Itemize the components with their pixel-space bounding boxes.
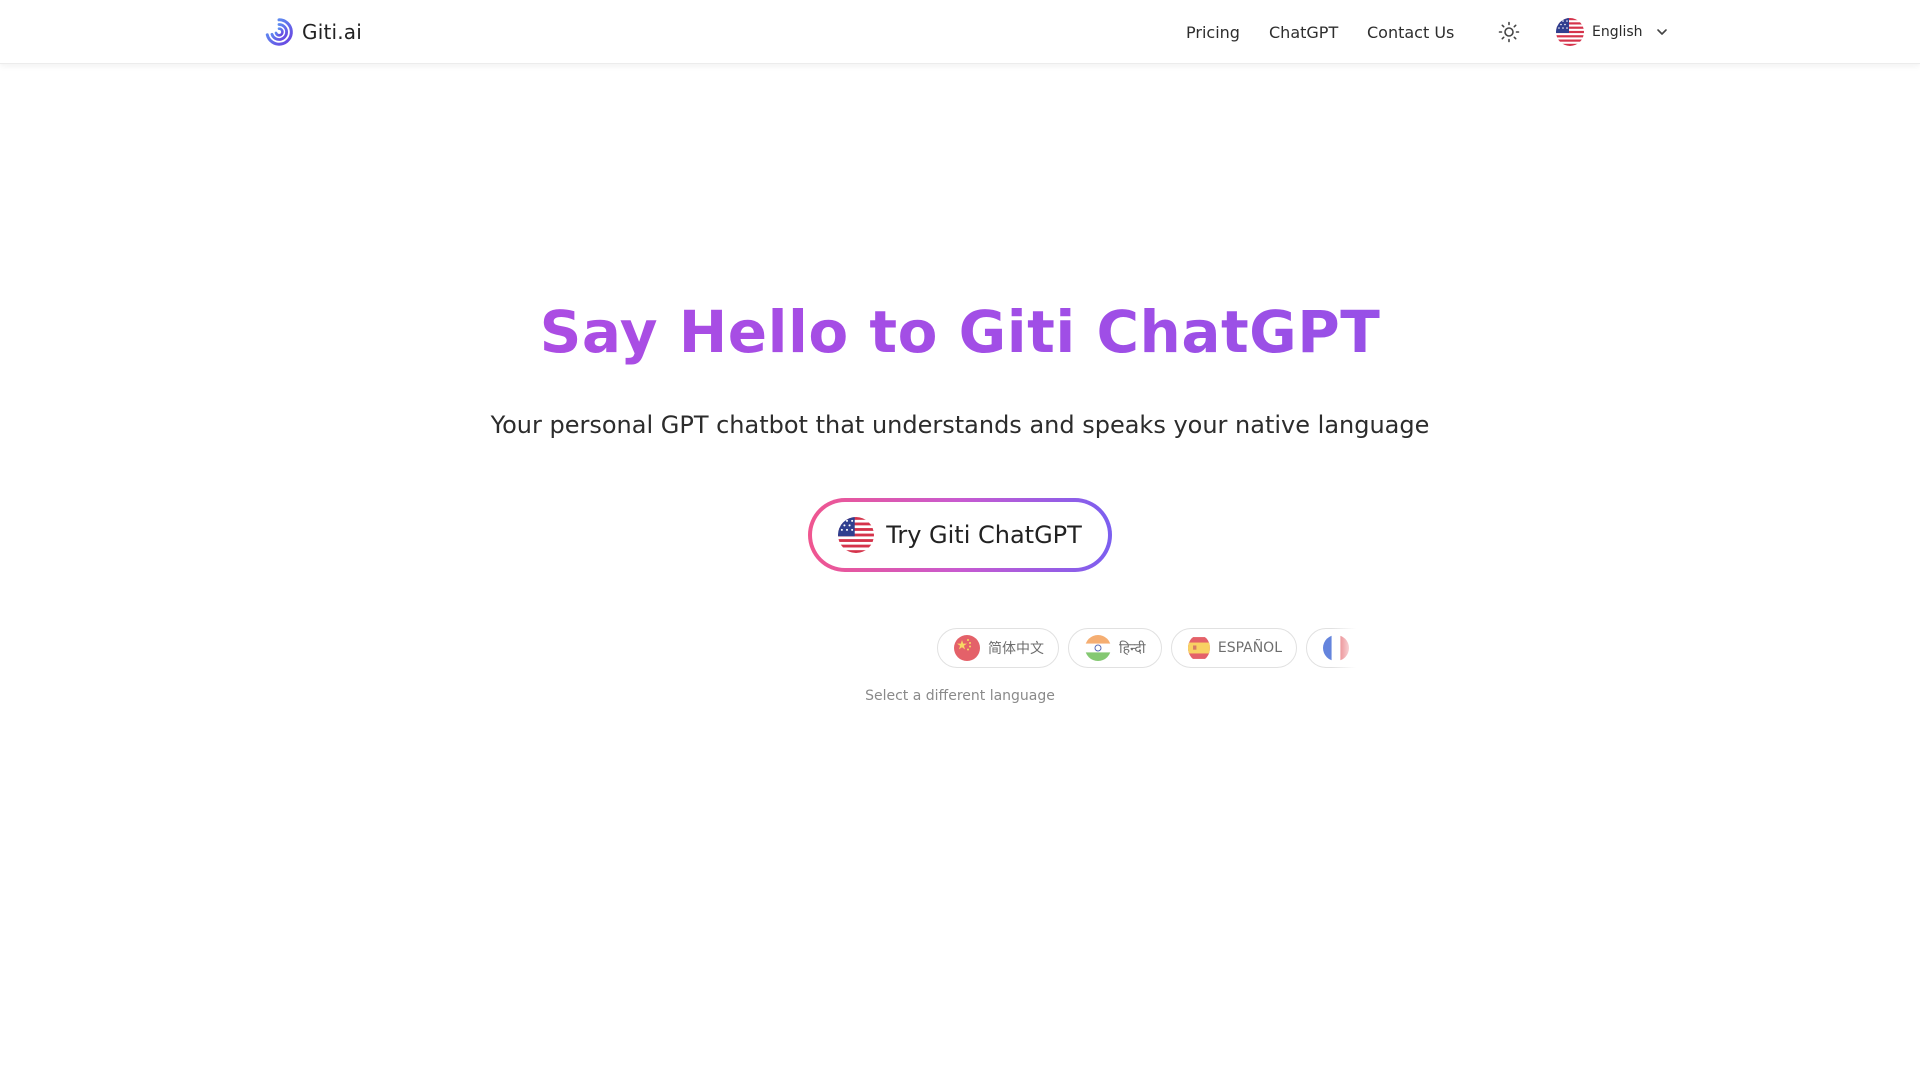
top-navbar: Giti.ai Pricing ChatGPT Contact Us Engli… [0,0,1920,64]
nav-link-pricing[interactable]: Pricing [1186,23,1240,42]
language-select[interactable]: English [1556,17,1669,47]
hero-subtitle: Your personal GPT chatbot that understan… [490,411,1430,439]
nav-pricing: Pricing [1186,0,1240,64]
logo-text: Giti.ai [302,20,363,44]
giti-logo-icon [265,18,293,46]
chip-label: 简体中文 [988,641,1044,657]
language-chip-spanish[interactable]: ESPAÑOL [1171,628,1297,668]
hero-title: Say Hello to Giti ChatGPT [0,298,1920,366]
language-chip-french[interactable] [1306,628,1356,668]
nav-contact: Contact Us [1367,0,1454,64]
language-select-label: English [1592,24,1643,40]
us-flag-icon [838,517,875,553]
logo-link[interactable]: Giti.ai [264,16,362,48]
chevron-down-icon [1656,29,1667,35]
sun-icon[interactable] [1497,20,1521,44]
try-giti-chatgpt-button[interactable]: Try Giti ChatGPT [808,498,1112,572]
china-flag-icon [954,635,980,661]
spain-flag-icon [1188,637,1210,659]
chip-label: ESPAÑOL [1217,640,1282,656]
nav-link-contact-us[interactable]: Contact Us [1367,23,1454,42]
chip-label: हिन्दी [1119,640,1146,657]
cta-inner: Try Giti ChatGPT [812,502,1108,568]
france-flag-icon [1323,635,1349,661]
us-flag-icon [1556,18,1584,46]
language-chips-carousel: 简体中文 हिन्दी ESPAÑOL [936,628,1356,668]
language-hint: Select a different language [865,688,1055,704]
india-flag-icon [1085,635,1111,661]
nav-chatgpt: ChatGPT [1269,0,1338,64]
nav-link-chatgpt[interactable]: ChatGPT [1269,23,1338,42]
cta-label: Try Giti ChatGPT [886,521,1082,549]
language-chip-hindi[interactable]: हिन्दी [1068,628,1162,668]
language-chip-chinese[interactable]: 简体中文 [937,628,1059,668]
